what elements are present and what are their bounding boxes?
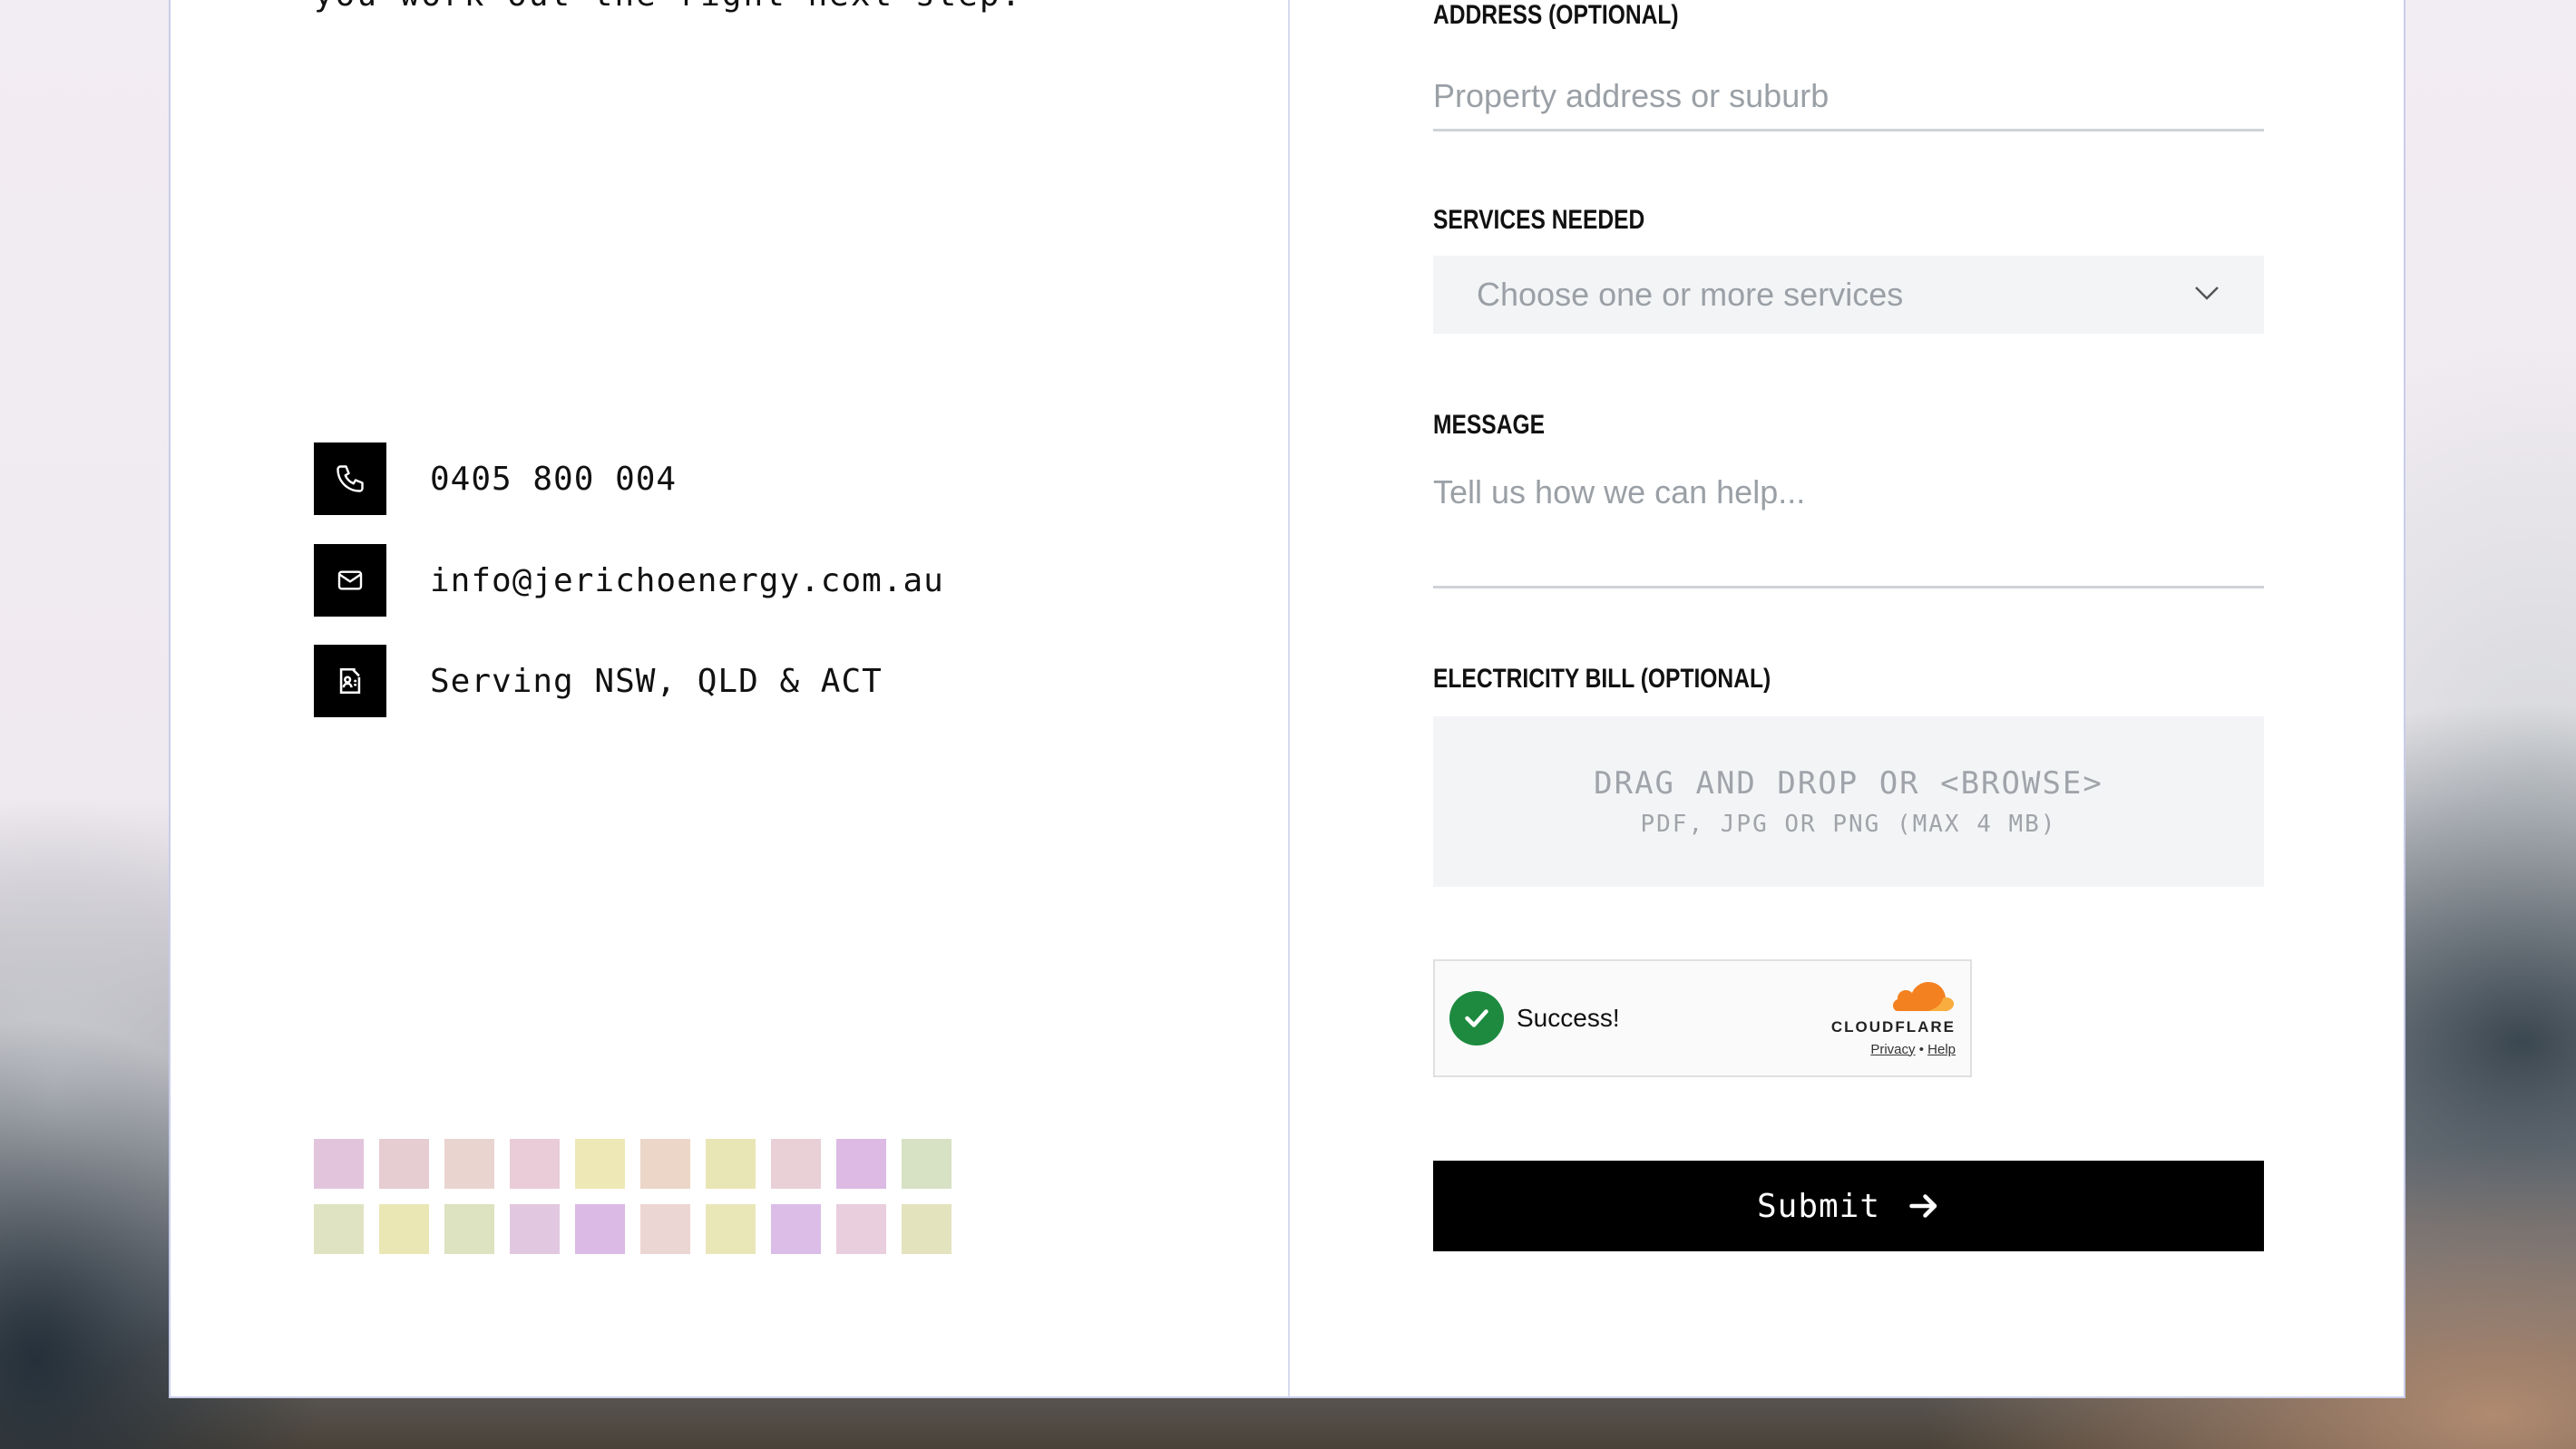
services-label: Services needed	[1433, 205, 1645, 235]
chevron-down-icon	[2193, 285, 2220, 305]
contact-card: you work out the right next step. 0405 8…	[169, 0, 2405, 1398]
phone-number[interactable]: 0405 800 004	[430, 461, 677, 498]
services-placeholder: Choose one or more services	[1477, 276, 1904, 313]
service-area: Serving NSW, QLD & ACT	[430, 662, 883, 700]
services-select[interactable]: Choose one or more services	[1433, 256, 2264, 334]
dropzone-file-types: PDF, JPG OR PNG (MAX 4 MB)	[1640, 811, 2057, 838]
privacy-link[interactable]: Privacy	[1870, 1042, 1915, 1057]
color-swatch	[706, 1139, 756, 1189]
cloudflare-cloud-icon	[1888, 980, 1956, 1016]
swatch-row	[314, 1204, 951, 1254]
color-swatch	[706, 1204, 756, 1254]
color-swatch	[771, 1139, 821, 1189]
turnstile-status: Success!	[1517, 1004, 1620, 1032]
checkmark-icon	[1449, 991, 1504, 1045]
color-swatch	[902, 1204, 951, 1254]
address-label: Address (optional)	[1433, 0, 1679, 30]
color-swatch	[640, 1139, 690, 1189]
contact-card-icon	[314, 645, 386, 717]
submit-button[interactable]: Submit	[1433, 1161, 2264, 1251]
color-swatch	[836, 1139, 886, 1189]
arrow-right-icon	[1908, 1190, 1940, 1222]
color-swatch	[379, 1204, 429, 1254]
swatch-row	[314, 1139, 951, 1189]
color-swatch	[379, 1139, 429, 1189]
color-swatch-grid	[314, 1139, 951, 1269]
intro-text: you work out the right next step.	[314, 0, 1022, 14]
color-swatch	[510, 1204, 560, 1254]
submit-label: Submit	[1756, 1187, 1881, 1225]
color-swatch	[314, 1204, 364, 1254]
cloudflare-turnstile[interactable]: Success! CLOUDFLARE Privacy • Help	[1433, 959, 1972, 1077]
color-swatch	[510, 1139, 560, 1189]
color-swatch	[836, 1204, 886, 1254]
color-swatch	[444, 1204, 494, 1254]
link-separator: •	[1918, 1041, 1924, 1057]
cloudflare-wordmark: CLOUDFLARE	[1830, 1017, 1956, 1036]
column-divider	[1288, 0, 1290, 1396]
phone-icon	[314, 442, 386, 515]
message-label: Message	[1433, 410, 1546, 440]
turnstile-links: Privacy • Help	[1870, 1042, 1956, 1057]
color-swatch	[444, 1139, 494, 1189]
address-input[interactable]	[1433, 63, 2264, 131]
color-swatch	[575, 1204, 625, 1254]
message-textarea[interactable]	[1433, 473, 2264, 588]
dropzone-instructions: DRAG AND DROP OR <BROWSE>	[1594, 765, 2103, 802]
color-swatch	[314, 1139, 364, 1189]
contact-phone: 0405 800 004	[314, 442, 677, 515]
help-link[interactable]: Help	[1927, 1042, 1956, 1057]
color-swatch	[640, 1204, 690, 1254]
color-swatch	[575, 1139, 625, 1189]
color-swatch	[771, 1204, 821, 1254]
bill-label: Electricity bill (optional)	[1433, 664, 1771, 694]
cloudflare-branding: CLOUDFLARE Privacy • Help	[1831, 980, 1956, 1057]
contact-email: info@jerichoenergy.com.au	[314, 544, 944, 617]
contact-area: Serving NSW, QLD & ACT	[314, 645, 883, 717]
mail-icon	[314, 544, 386, 617]
bill-dropzone[interactable]: DRAG AND DROP OR <BROWSE> PDF, JPG OR PN…	[1433, 716, 2264, 887]
color-swatch	[902, 1139, 951, 1189]
email-address[interactable]: info@jerichoenergy.com.au	[430, 562, 944, 599]
